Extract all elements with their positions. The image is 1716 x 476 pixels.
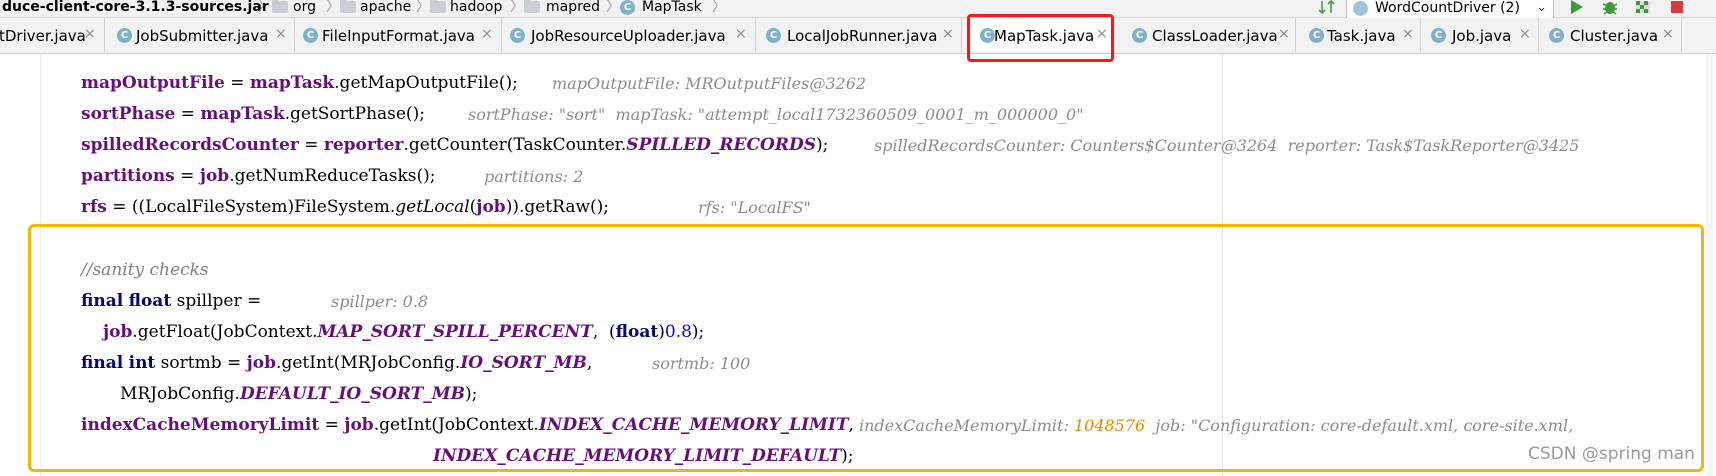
editor-tab-bar: tDriver.java × C JobSubmitter.java × C F… (0, 18, 1716, 54)
tab-localjobrunner[interactable]: C LocalJobRunner.java × (756, 18, 962, 52)
breadcrumb-apache[interactable]: apache (360, 0, 411, 16)
folder-icon (272, 0, 288, 13)
close-icon[interactable]: × (275, 26, 287, 42)
class-icon: C (1431, 28, 1446, 43)
code-line[interactable]: sortPhase = mapTask.getSortPhase(); (81, 104, 425, 124)
stop-icon[interactable] (1668, 0, 1686, 15)
run-configuration-label: WordCountDriver (2) (1375, 0, 1520, 16)
breadcrumb-separator: 〉 (258, 0, 272, 15)
debug-icon[interactable] (1601, 0, 1619, 15)
close-icon[interactable]: × (1278, 26, 1290, 42)
tab-label: JobResourceUploader.java (531, 27, 726, 45)
breadcrumb-separator: 〉 (712, 0, 726, 15)
class-icon: C (510, 28, 525, 43)
tab-task[interactable]: C Task.java × (1296, 18, 1421, 52)
tab-fileinputformat[interactable]: C FileInputFormat.java × (295, 18, 502, 52)
class-icon: C (117, 28, 132, 43)
run-configuration-select[interactable]: WordCountDriver (2) ⌄ (1346, 0, 1554, 20)
breadcrumb-separator: 〉 (326, 0, 340, 15)
tab-label: JobSubmitter.java (136, 27, 269, 45)
tab-cluster[interactable]: C Cluster.java × (1539, 18, 1682, 52)
editor-scrollbar[interactable] (1706, 54, 1714, 476)
class-icon: C (303, 28, 318, 43)
code-line[interactable]: partitions = job.getNumReduceTasks(); (81, 166, 436, 186)
close-icon[interactable]: × (1662, 26, 1674, 42)
sort-icon[interactable] (1318, 0, 1336, 15)
class-icon: C (1309, 28, 1324, 43)
tab-label: tDriver.java (0, 27, 86, 45)
code-line[interactable]: spilledRecordsCounter = reporter.getCoun… (81, 135, 828, 155)
tab-driver[interactable]: tDriver.java × (0, 18, 105, 52)
tab-label: FileInputFormat.java (322, 27, 475, 45)
breadcrumb-separator: 〉 (510, 0, 524, 15)
tab-jobresourceuploader[interactable]: C JobResourceUploader.java × (502, 18, 756, 52)
folder-icon (430, 0, 446, 13)
config-icon (1353, 1, 1368, 16)
tab-label: Task.java (1327, 27, 1396, 45)
class-icon: C (620, 0, 635, 15)
breadcrumb-maptask[interactable]: MapTask (642, 0, 702, 16)
tab-label: Cluster.java (1570, 27, 1659, 45)
close-icon[interactable]: × (735, 26, 747, 42)
breadcrumb-hadoop[interactable]: hadoop (450, 0, 502, 16)
close-icon[interactable]: × (84, 26, 96, 42)
tab-label: LocalJobRunner.java (787, 27, 938, 45)
tab-label: ClassLoader.java (1152, 27, 1278, 45)
tab-jobsubmitter[interactable]: C JobSubmitter.java × (105, 18, 295, 52)
class-icon: C (1132, 28, 1147, 43)
watermark: CSDN @spring man (1528, 444, 1695, 464)
close-icon[interactable]: × (481, 26, 493, 42)
close-icon[interactable]: × (1402, 26, 1414, 42)
code-line[interactable]: rfs = ((LocalFileSystem)FileSystem.getLo… (81, 197, 609, 217)
close-icon[interactable]: × (1519, 26, 1531, 42)
debug-inline-value: mapOutputFile: MROutputFiles@3262 (552, 74, 867, 93)
coverage-icon[interactable] (1634, 0, 1652, 15)
breadcrumb-separator: 〉 (606, 0, 620, 15)
debug-inline-value: rfs: "LocalFS" (698, 198, 811, 217)
navigation-bar: duce-client-core-3.1.3-sources.jar 〉 org… (0, 0, 1716, 20)
breadcrumb-separator: 〉 (416, 0, 430, 15)
breadcrumb-jar[interactable]: duce-client-core-3.1.3-sources.jar (2, 0, 269, 16)
class-icon: C (766, 28, 781, 43)
code-line[interactable]: mapOutputFile = mapTask.getMapOutputFile… (81, 73, 518, 93)
debug-inline-value: spilledRecordsCounter: Counters$Counter@… (874, 136, 1580, 155)
run-icon[interactable] (1568, 0, 1586, 15)
breadcrumb-org[interactable]: org (293, 0, 316, 16)
class-icon: C (1549, 28, 1564, 43)
tab-classloader[interactable]: C ClassLoader.java × (1120, 18, 1296, 52)
chevron-down-icon: ⌄ (1536, 0, 1547, 15)
folder-icon (524, 0, 540, 13)
tab-label: Job.java (1452, 27, 1512, 45)
highlight-box-code (28, 224, 1704, 472)
highlight-box-tab (967, 14, 1114, 62)
debug-inline-value: partitions: 2 (484, 167, 584, 186)
debug-inline-value: sortPhase: "sort" mapTask: "attempt_loca… (468, 105, 1084, 124)
folder-icon (340, 0, 356, 13)
breadcrumb-mapred[interactable]: mapred (546, 0, 600, 16)
tab-job[interactable]: C Job.java × (1421, 18, 1539, 52)
close-icon[interactable]: × (942, 26, 954, 42)
